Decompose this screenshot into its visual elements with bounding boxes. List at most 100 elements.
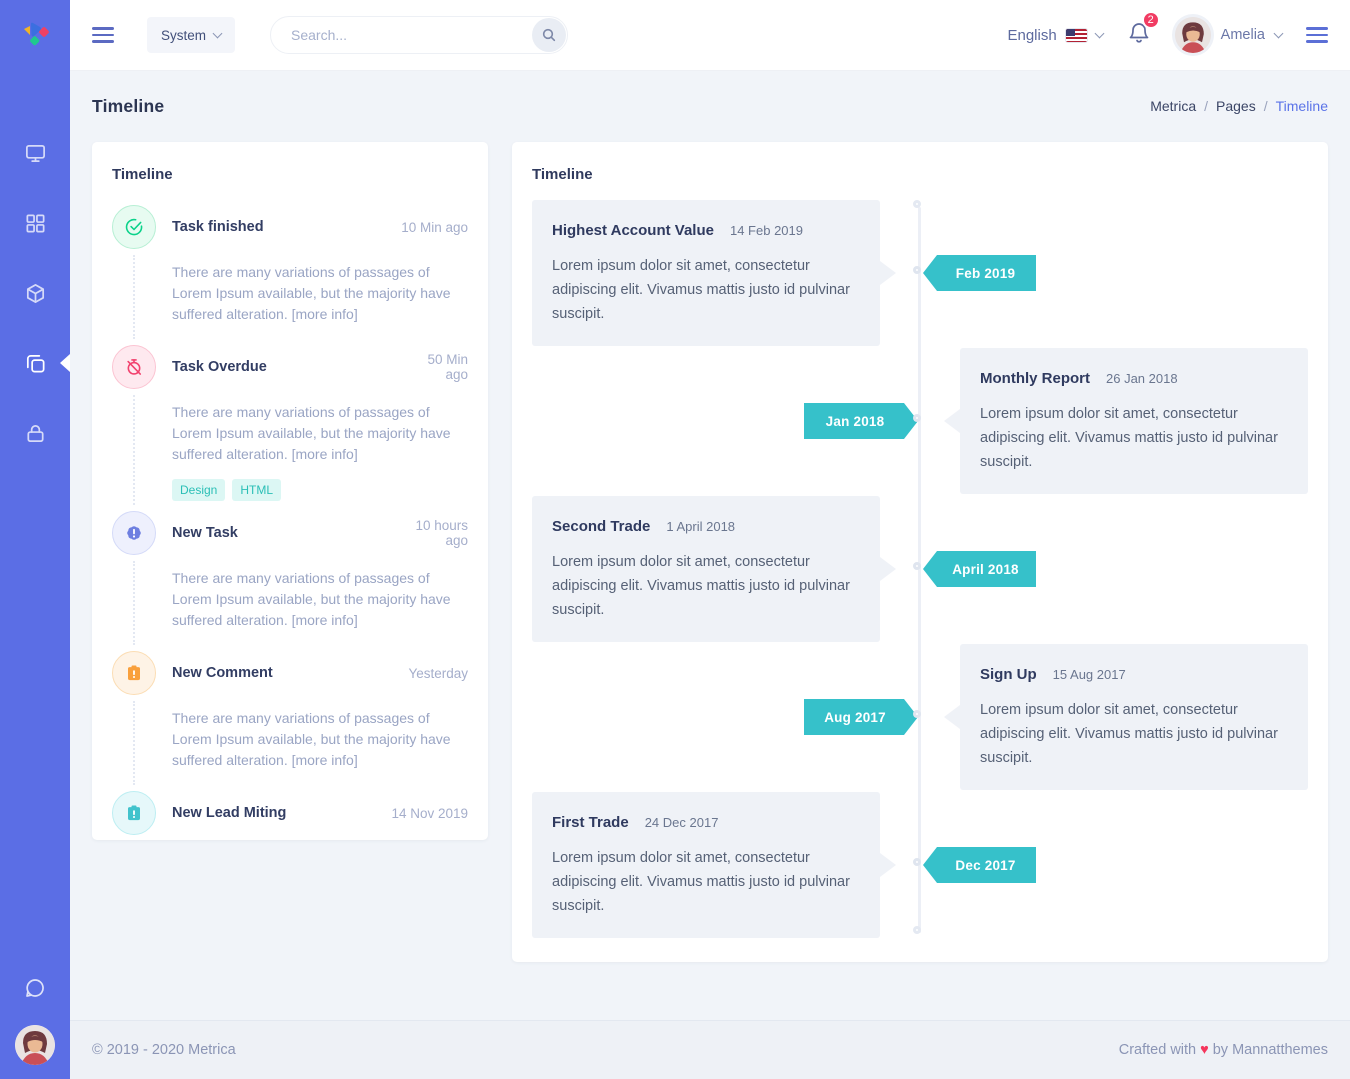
sidebar-nav xyxy=(0,118,70,468)
settings-toggle-button[interactable] xyxy=(1306,23,1328,48)
us-flag-icon xyxy=(1066,29,1087,42)
search-icon xyxy=(541,27,557,43)
list-item: New Comment Yesterday There are many var… xyxy=(112,651,468,791)
event-title: First Trade xyxy=(552,814,629,831)
timeline-connector xyxy=(133,561,135,645)
timeline-date-badge: Dec 2017 xyxy=(923,847,1036,883)
clipboard-alert-icon xyxy=(112,651,156,695)
timeline-date-badge: Feb 2019 xyxy=(923,255,1036,291)
timeline-date-badge: April 2018 xyxy=(923,551,1036,587)
clipboard-alert-icon xyxy=(112,791,156,835)
timeline-connector xyxy=(133,395,135,505)
timeline-axis xyxy=(918,207,921,933)
timeline-node-dot xyxy=(913,858,921,866)
chat-bubble-icon xyxy=(23,976,47,1000)
event-title: Monthly Report xyxy=(980,370,1090,387)
activity-title: New Lead Miting xyxy=(172,805,286,821)
event-box-arrow xyxy=(880,261,896,285)
event-box-arrow xyxy=(880,557,896,581)
seal-alert-icon xyxy=(112,511,156,555)
tag-badge: HTML xyxy=(232,479,281,501)
page-header: Timeline Metrica / Pages / Timeline xyxy=(70,70,1350,142)
lock-icon xyxy=(24,422,47,445)
menu-toggle-button[interactable] xyxy=(92,23,114,46)
sidebar-item-components[interactable] xyxy=(0,258,70,328)
event-text: Lorem ipsum dolor sit amet, consectetur … xyxy=(552,846,860,918)
tag-badge: Design xyxy=(172,479,225,501)
card-title: Timeline xyxy=(532,166,593,183)
activity-time: Yesterday xyxy=(408,666,468,681)
system-dropdown-label: System xyxy=(161,28,206,43)
search-button[interactable] xyxy=(532,18,566,52)
user-avatar xyxy=(1175,17,1211,53)
breadcrumb-section[interactable]: Pages xyxy=(1216,98,1256,114)
sidebar-item-authentication[interactable] xyxy=(0,398,70,468)
chat-button[interactable] xyxy=(23,976,47,1005)
event-box-arrow xyxy=(944,409,960,433)
timer-off-icon xyxy=(112,345,156,389)
copyright-text: © 2019 - 2020 Metrica xyxy=(92,1042,236,1058)
breadcrumb-root[interactable]: Metrica xyxy=(1150,98,1196,114)
event-date: 15 Aug 2017 xyxy=(1053,667,1126,682)
user-name: Amelia xyxy=(1221,27,1265,43)
event-text: Lorem ipsum dolor sit amet, consectetur … xyxy=(980,698,1288,770)
list-item: Task finished 10 Min ago There are many … xyxy=(112,205,468,345)
event-text: Lorem ipsum dolor sit amet, consectetur … xyxy=(552,550,860,622)
event-title: Second Trade xyxy=(552,518,650,535)
check-circle-icon xyxy=(112,205,156,249)
breadcrumb-current: Timeline xyxy=(1276,98,1328,114)
page-title: Timeline xyxy=(92,96,164,117)
activity-text: There are many variations of passages of… xyxy=(172,708,468,771)
language-label: English xyxy=(1007,27,1056,44)
timeline-event-box: Highest Account Value 14 Feb 2019 Lorem … xyxy=(532,200,880,346)
breadcrumb-separator: / xyxy=(1264,98,1268,114)
timeline-date-badge: Aug 2017 xyxy=(804,699,918,735)
timeline-event-box: First Trade 24 Dec 2017 Lorem ipsum dolo… xyxy=(532,792,880,938)
activity-title: New Comment xyxy=(172,665,273,681)
activity-time: 50 Min ago xyxy=(406,352,468,382)
sidebar-item-pages[interactable] xyxy=(0,328,70,398)
sidebar-item-widgets[interactable] xyxy=(0,188,70,258)
search-input[interactable] xyxy=(270,16,568,54)
search-bar xyxy=(270,16,568,54)
user-menu[interactable]: Amelia xyxy=(1175,17,1282,53)
breadcrumb: Metrica / Pages / Timeline xyxy=(1150,98,1328,114)
activity-title: Task Overdue xyxy=(172,359,267,375)
heart-icon: ♥ xyxy=(1200,1042,1209,1058)
notifications-button[interactable]: 2 xyxy=(1127,21,1151,50)
language-selector[interactable]: English xyxy=(1007,27,1102,44)
grid-icon xyxy=(24,212,47,235)
event-date: 1 April 2018 xyxy=(666,519,735,534)
main-content: Timeline Metrica / Pages / Timeline Time… xyxy=(70,70,1350,1020)
avatar-image xyxy=(1175,17,1211,53)
topbar-right: English 2 xyxy=(1007,17,1350,53)
timeline-node-dot xyxy=(913,414,921,422)
app-root: System English 2 xyxy=(0,0,1350,1079)
activity-time: 10 Min ago xyxy=(401,220,468,235)
credit-text: Crafted with♥by Mannatthemes xyxy=(1119,1042,1328,1058)
activity-timeline-card: Timeline Task finished 10 Min ago T xyxy=(92,142,488,840)
event-box-arrow xyxy=(944,705,960,729)
timeline-end-dot xyxy=(913,200,921,208)
app-logo[interactable] xyxy=(0,0,70,70)
event-title: Sign Up xyxy=(980,666,1037,683)
timeline-event-box: Second Trade 1 April 2018 Lorem ipsum do… xyxy=(532,496,880,642)
sidebar xyxy=(0,0,70,1079)
card-title: Timeline xyxy=(112,166,468,183)
activity-time: 10 hours ago xyxy=(406,518,468,548)
active-item-arrow xyxy=(60,354,70,372)
sidebar-item-dashboard[interactable] xyxy=(0,118,70,188)
timeline-node-dot xyxy=(913,266,921,274)
metrica-logo-icon xyxy=(16,16,54,54)
activity-title: New Task xyxy=(172,525,238,541)
sidebar-bottom xyxy=(0,976,70,1065)
timeline-end-dot xyxy=(913,926,921,934)
activity-time: 14 Nov 2019 xyxy=(391,806,468,821)
chevron-down-icon xyxy=(213,28,223,38)
breadcrumb-separator: / xyxy=(1204,98,1208,114)
events-timeline-card: Timeline Highest Account Value 14 Feb 20… xyxy=(512,142,1328,962)
sidebar-profile-avatar[interactable] xyxy=(15,1025,55,1065)
activity-text: There are many variations of passages of… xyxy=(172,262,468,325)
system-dropdown[interactable]: System xyxy=(147,17,235,53)
chevron-down-icon xyxy=(1274,28,1284,38)
